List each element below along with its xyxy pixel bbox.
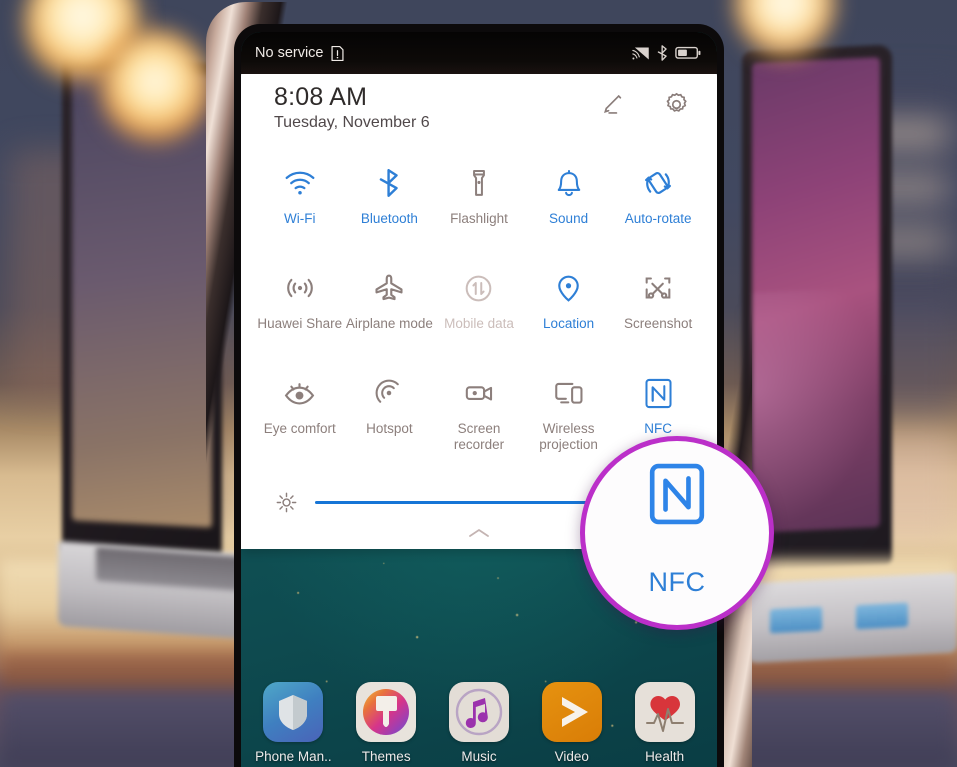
- pendant-lamp: [100, 30, 210, 145]
- brightness-sun-icon: [274, 490, 299, 515]
- mobile-data-icon: [462, 267, 495, 309]
- sim-alert-icon: [330, 45, 345, 62]
- phone-screen: Phone Man.. Themes Music Video Health 8:…: [241, 32, 717, 767]
- screenshot-scene: Phone Man.. Themes Music Video Health 8:…: [0, 0, 957, 767]
- slider-fill: [315, 500, 624, 504]
- clock-date: Tuesday, November 6: [274, 114, 430, 132]
- tile-eye-comfort[interactable]: Eye comfort: [255, 364, 345, 469]
- dock-app-phone-manager[interactable]: Phone Man..: [252, 682, 334, 764]
- tile-label: Airplane mode: [345, 316, 433, 331]
- airplane-icon: [372, 267, 406, 309]
- tile-label: Wireless projection: [539, 421, 598, 452]
- flashlight-icon: [463, 162, 495, 204]
- auto-rotate-icon: [641, 162, 675, 204]
- dock-app-video[interactable]: Video: [531, 682, 613, 764]
- tile-label: Huawei Share: [257, 316, 343, 331]
- nfc-icon: [643, 372, 674, 414]
- tile-label: Bluetooth: [360, 211, 418, 226]
- tile-label: Screenshot: [624, 316, 693, 331]
- tile-label: Flashlight: [450, 211, 508, 226]
- play-triangle-icon: [541, 682, 602, 742]
- quick-settings-row: Huawei Share Airplane mode Mobile data L…: [255, 259, 703, 364]
- music-note-icon: [448, 682, 509, 742]
- screen-cast-icon: [632, 46, 650, 61]
- tile-flashlight[interactable]: Flashlight: [434, 154, 524, 259]
- tile-huawei-share[interactable]: Huawei Share: [255, 259, 345, 364]
- laptop-key: [856, 602, 908, 630]
- hotspot-icon: [372, 372, 406, 414]
- tile-screenshot[interactable]: Screenshot: [613, 259, 703, 364]
- tile-hotspot[interactable]: Hotspot: [345, 364, 435, 469]
- tile-wireless-projection[interactable]: Wireless projection: [524, 364, 614, 469]
- dock-app-label: Health: [645, 749, 685, 764]
- heart-pulse-icon: [634, 682, 695, 742]
- tile-label: Sound: [549, 211, 589, 226]
- tile-screen-recorder[interactable]: Screen recorder: [434, 364, 524, 469]
- quick-settings-grid: Wi-Fi Bluetooth Flashlight Sound Auto-ro…: [241, 146, 717, 469]
- quick-settings-row: Wi-Fi Bluetooth Flashlight Sound Auto-ro…: [255, 154, 703, 259]
- wifi-icon: [283, 162, 317, 204]
- tile-label: Location: [543, 316, 595, 331]
- tile-label: Auto-rotate: [624, 211, 692, 226]
- carrier-label: No service: [255, 45, 324, 61]
- dock-app-music[interactable]: Music: [438, 682, 520, 764]
- huawei-share-icon: [283, 267, 317, 309]
- phone-device: Phone Man.. Themes Music Video Health 8:…: [206, 2, 752, 767]
- nfc-magnifier-label: NFC: [648, 567, 706, 597]
- dock-app-themes[interactable]: Themes: [345, 682, 427, 764]
- location-pin-icon: [552, 267, 585, 309]
- screenshot-icon: [641, 267, 675, 309]
- tile-label: NFC: [644, 421, 673, 436]
- dock-app-label: Themes: [361, 749, 411, 764]
- quick-settings-header: 8:08 AM Tuesday, November 6: [241, 62, 717, 146]
- tile-label: Eye comfort: [263, 421, 336, 436]
- dock-app-label: Music: [461, 749, 497, 764]
- tile-wifi[interactable]: Wi-Fi: [255, 154, 345, 259]
- tile-sound[interactable]: Sound: [524, 154, 614, 259]
- tile-label: Screen recorder: [453, 421, 505, 452]
- dock-app-health[interactable]: Health: [624, 682, 706, 764]
- dock-app-label: Phone Man..: [255, 749, 332, 764]
- tile-airplane-mode[interactable]: Airplane mode: [345, 259, 435, 364]
- clock-time: 8:08 AM: [274, 83, 368, 111]
- nfc-icon: [646, 463, 708, 525]
- dock-app-label: Video: [554, 749, 589, 764]
- laptop-right-screen: [752, 57, 880, 533]
- wireless-projection-icon: [552, 372, 586, 414]
- tile-auto-rotate[interactable]: Auto-rotate: [613, 154, 703, 259]
- tile-mobile-data[interactable]: Mobile data: [434, 259, 524, 364]
- status-bar: No service: [241, 32, 717, 74]
- gear-icon[interactable]: [662, 90, 691, 119]
- screen-recorder-icon: [462, 372, 496, 414]
- tile-label: Mobile data: [444, 316, 514, 331]
- shield-icon: [263, 682, 324, 742]
- nfc-magnifier-callout: NFC: [580, 436, 774, 630]
- laptop-key: [770, 606, 822, 634]
- tile-location[interactable]: Location: [524, 259, 614, 364]
- tile-label: Wi-Fi: [284, 211, 316, 226]
- home-screen-dock: Phone Man.. Themes Music Video Health: [241, 682, 717, 764]
- pencil-edit-icon[interactable]: [599, 91, 626, 118]
- tile-bluetooth[interactable]: Bluetooth: [345, 154, 435, 259]
- bluetooth-icon: [657, 45, 668, 61]
- paintbrush-icon: [356, 682, 417, 742]
- bell-sound-icon: [553, 162, 585, 204]
- tile-label: Hotspot: [366, 421, 413, 436]
- battery-half-icon: [675, 46, 701, 60]
- bluetooth-icon: [372, 162, 406, 204]
- eye-comfort-icon: [282, 372, 317, 414]
